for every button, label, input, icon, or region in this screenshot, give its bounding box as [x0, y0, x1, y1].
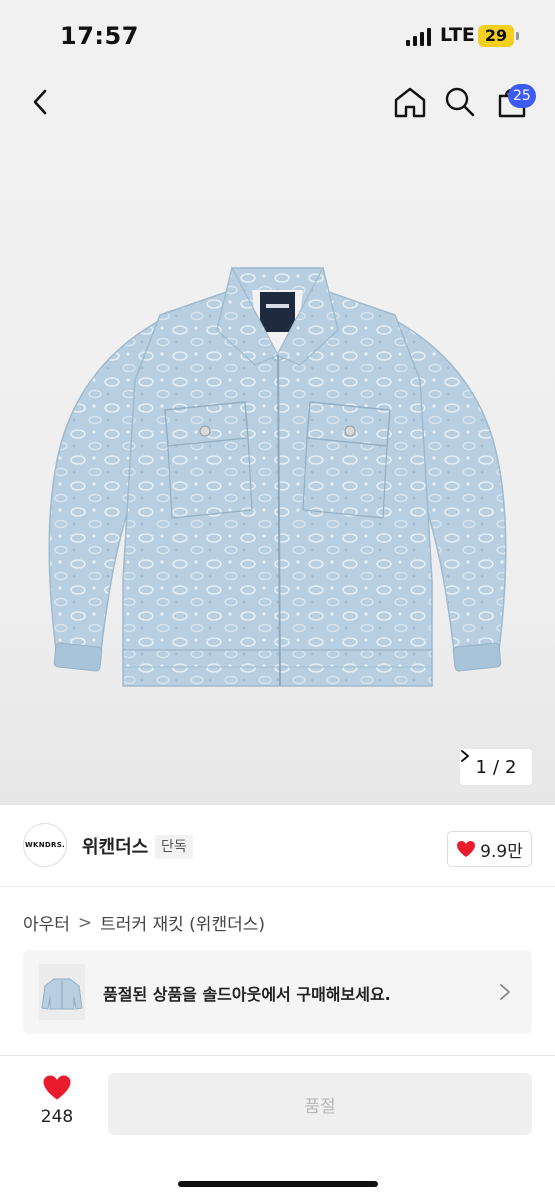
wishlist-count: 248 [40, 1107, 74, 1127]
wishlist-button[interactable]: 248 [28, 1074, 86, 1136]
breadcrumb-separator: > [77, 912, 93, 933]
chevron-right-icon [500, 984, 510, 1000]
breadcrumb-product: 트러커 재킷 (위캔더스) [100, 915, 266, 935]
heart-icon [43, 1075, 71, 1100]
search-icon [445, 87, 475, 117]
search-button[interactable] [440, 82, 480, 122]
top-nav: 25 [0, 68, 555, 140]
brand-logo-text: WKNDRS. [24, 841, 65, 849]
product-image-carousel[interactable]: 1 / 2 [0, 140, 555, 805]
denim-jacket-image [48, 266, 507, 687]
product-thumbnail [39, 964, 85, 1020]
home-button[interactable] [390, 82, 430, 122]
breadcrumb: 아우터 > 트러커 재킷 (위캔더스) [23, 910, 266, 936]
image-page-indicator[interactable]: 1 / 2 [460, 749, 532, 785]
brand-like-count: 9.9만 [480, 841, 523, 862]
home-indicator [178, 1181, 378, 1187]
soldout-button[interactable]: 품절 [108, 1073, 532, 1135]
battery-tip [516, 32, 519, 40]
status-time: 17:57 [60, 22, 139, 50]
exclusive-badge: 단독 [155, 835, 193, 859]
brand-row: WKNDRS. 위캔더스 단독 9.9만 [0, 805, 555, 887]
chevron-right-icon [461, 750, 469, 762]
soldout-promo-banner[interactable]: 품절된 상품을 솔드아웃에서 구매해보세요. [23, 950, 532, 1034]
signal-icon [406, 28, 432, 46]
bottom-action-bar: 248 품절 [0, 1055, 555, 1200]
page-total: 2 [505, 756, 517, 778]
brand-logo[interactable]: WKNDRS. [23, 823, 67, 867]
soldout-message: 품절된 상품을 솔드아웃에서 구매해보세요. [103, 985, 391, 1004]
network-label: LTE [440, 24, 475, 46]
cart-count-badge: 25 [508, 84, 536, 108]
brand-like-button[interactable]: 9.9만 [447, 831, 532, 867]
page-separator: / [492, 756, 500, 778]
brand-name-link[interactable]: 위캔더스 [82, 833, 148, 859]
page-current: 1 [475, 756, 487, 778]
breadcrumb-category[interactable]: 아우터 [23, 915, 70, 935]
chevron-left-icon [33, 89, 47, 115]
back-button[interactable] [20, 82, 60, 122]
heart-icon [457, 841, 476, 857]
battery-icon: 29 [478, 25, 514, 47]
status-bar: 17:57 LTE 29 [0, 0, 555, 68]
home-icon [394, 87, 426, 118]
